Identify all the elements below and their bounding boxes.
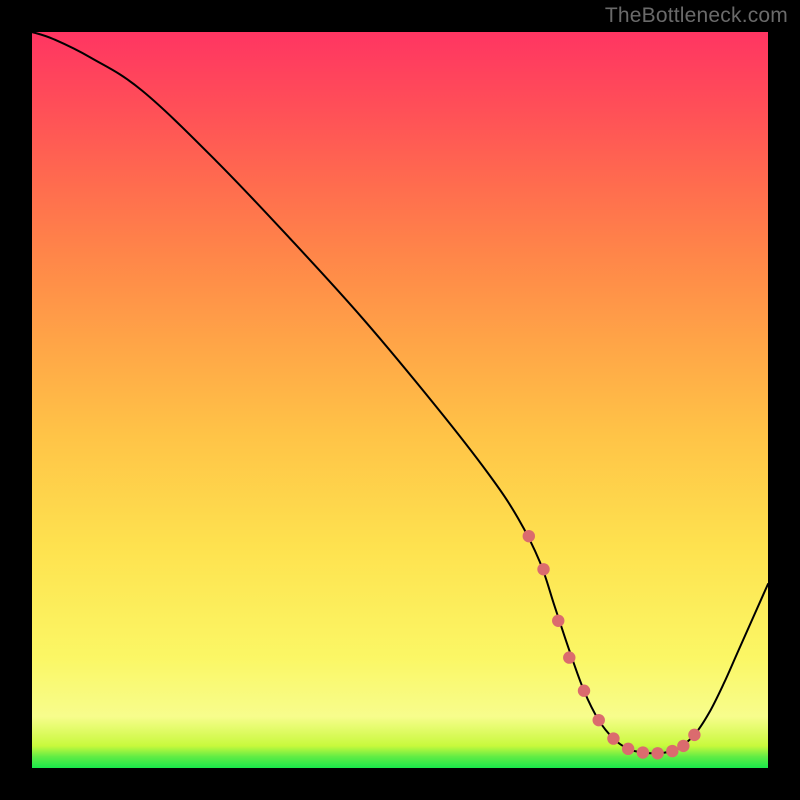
attribution-label: TheBottleneck.com [605,4,788,28]
marker-point [622,743,634,755]
chart-svg [32,32,768,768]
plot-area [32,32,768,768]
marker-point [637,746,649,758]
marker-point [537,563,549,575]
marker-point [666,745,678,757]
marker-point [651,747,663,759]
marker-point [552,615,564,627]
marker-point [578,685,590,697]
marker-group [523,530,701,760]
marker-point [563,651,575,663]
chart-container: TheBottleneck.com [0,0,800,800]
marker-point [593,714,605,726]
marker-point [677,740,689,752]
marker-point [607,732,619,744]
bottleneck-curve [32,32,768,753]
marker-point [523,530,535,542]
marker-point [688,729,700,741]
